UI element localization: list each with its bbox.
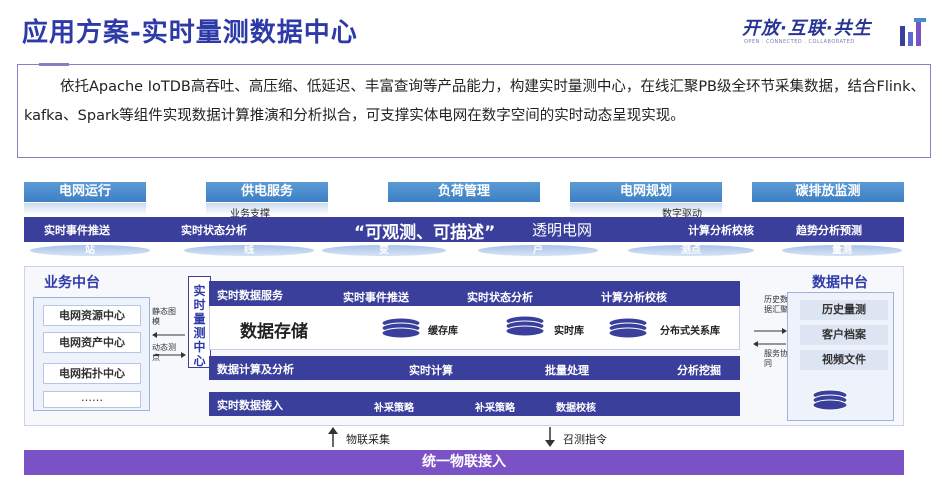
- db-label: 缓存库: [428, 326, 458, 337]
- band-item: 实时事件推送: [44, 224, 110, 237]
- intro-accent: [39, 63, 69, 66]
- ingest-item: 补采策略: [374, 403, 414, 414]
- realtime-measurement-center-label: 实时量测中心: [188, 276, 211, 368]
- layer-ellipse: 线: [184, 245, 314, 256]
- compute-label: 数据计算及分析: [217, 363, 294, 376]
- arrow-right-icon: [153, 352, 186, 358]
- service-item: 计算分析校核: [601, 291, 667, 304]
- compute-bar: 数据计算及分析 实时计算 批量处理 分析挖掘: [209, 356, 740, 380]
- band-center-tail: 透明电网: [532, 221, 593, 239]
- layer-ellipse: 量测: [782, 245, 902, 256]
- category-shadow: [24, 203, 146, 215]
- layer-ellipse: 变: [322, 245, 446, 256]
- realtime-service-label: 实时数据服务: [217, 289, 283, 302]
- arrow-left-icon: [753, 341, 786, 347]
- ingest-label: 实时数据接入: [217, 399, 283, 412]
- business-item-more: ……: [43, 391, 141, 408]
- database-icon: [505, 315, 545, 337]
- label-recall-command: 召测指令: [563, 433, 607, 446]
- label-iot-collection: 物联采集: [346, 433, 390, 446]
- database-icon: [812, 389, 848, 411]
- data-platform-title: 数据中台: [812, 275, 868, 291]
- compute-item: 分析挖掘: [677, 364, 721, 377]
- brand-slogan: 开放·互联·共生: [742, 18, 872, 39]
- business-platform-title: 业务中台: [44, 275, 100, 291]
- business-item: 电网资产中心: [43, 332, 141, 353]
- note-static-model: 静态图模: [152, 307, 176, 326]
- compute-item: 实时计算: [409, 364, 453, 377]
- layer-ellipse: 测点: [628, 245, 754, 256]
- data-item: 视频文件: [800, 350, 888, 370]
- compute-item: 批量处理: [545, 364, 589, 377]
- arrow-left-icon: [152, 332, 185, 338]
- service-item: 实时事件推送: [343, 291, 409, 304]
- business-item: 电网资源中心: [43, 305, 141, 326]
- page-title: 应用方案-实时量测数据中心: [22, 18, 358, 48]
- band-item: 实时状态分析: [181, 224, 247, 237]
- data-item: 历史量测: [800, 300, 888, 320]
- brand-logo: 开放·互联·共生 OPEN . CONNECTED . COLLABORATED: [742, 12, 932, 52]
- data-storage-title: 数据存储: [240, 322, 308, 342]
- arrow-up-icon: [328, 427, 338, 447]
- arrow-down-icon: [545, 427, 555, 447]
- db-label: 分布式关系库: [660, 326, 720, 337]
- category-load-management: 负荷管理: [388, 182, 540, 202]
- category-carbon-monitoring: 碳排放监测: [752, 182, 904, 202]
- service-item: 实时状态分析: [467, 291, 533, 304]
- iot-logo-icon: [900, 18, 926, 46]
- ingest-item: 数据校核: [556, 403, 596, 414]
- brand-subtitle: OPEN . CONNECTED . COLLABORATED: [744, 39, 855, 45]
- top-band: 实时事件推送 实时状态分析 “可观测、可描述” 透明电网 计算分析校核 趋势分析…: [24, 217, 904, 243]
- database-icon: [381, 317, 421, 339]
- unified-iot-access-band: 统一物联接入: [24, 450, 904, 475]
- layer-ellipse: 站: [30, 245, 150, 256]
- band-center-quote: “可观测、可描述”: [354, 223, 496, 243]
- business-item: 电网拓扑中心: [43, 363, 141, 384]
- arrow-right-icon: [754, 328, 787, 334]
- band-item: 趋势分析预测: [796, 224, 862, 237]
- ingest-bar: 实时数据接入 补采策略 补采策略 数据校核: [209, 392, 740, 416]
- layer-ellipse: 户: [478, 245, 598, 256]
- category-grid-planning: 电网规划: [570, 182, 722, 202]
- database-icon: [608, 317, 648, 339]
- category-power-service: 供电服务: [206, 182, 328, 202]
- intro-paragraph: 依托Apache IoTDB高吞吐、高压缩、低延迟、丰富查询等产品能力，构建实时…: [17, 64, 931, 158]
- db-label: 实时库: [554, 326, 584, 337]
- category-grid-operation: 电网运行: [24, 182, 146, 202]
- data-item: 客户档案: [800, 325, 888, 345]
- band-item: 计算分析校核: [688, 224, 754, 237]
- realtime-service-bar: 实时数据服务 实时事件推送 实时状态分析 计算分析校核: [209, 281, 740, 306]
- ingest-item: 补采策略: [475, 403, 515, 414]
